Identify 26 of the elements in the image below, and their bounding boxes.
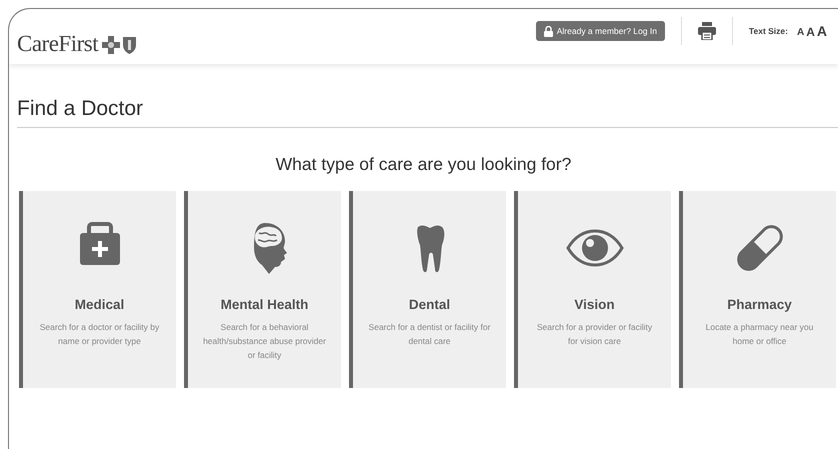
text-size-label: Text Size: [748, 24, 788, 38]
login-button[interactable]: Already a member? Log In [536, 20, 665, 42]
care-type-card[interactable]: Mental Health Search for a behavioral health/substance abuse provider or facility [184, 191, 341, 388]
card-title: Dental [408, 296, 450, 314]
logo[interactable]: CareFirst [17, 27, 98, 62]
care-type-card[interactable]: Dental Search for a dentist or facility for dental care [349, 191, 506, 388]
care-type-card[interactable]: Pharmacy Locate a pharmacy near you home or office [679, 191, 836, 388]
text-size-option[interactable]: A [816, 24, 828, 38]
page-title: Find a Doctor [17, 96, 838, 128]
print-icon[interactable] [698, 22, 716, 40]
care-type-card[interactable]: Medical Search for a doctor or facility by name or provider type [19, 191, 176, 388]
card-description: Locate a pharmacy near you home or office [704, 321, 814, 348]
lock-icon [544, 26, 553, 36]
question-heading: What type of care are you looking for? [274, 154, 572, 176]
card-description: Search for a doctor or facility by name or provider type [38, 321, 160, 348]
card-title: Medical [74, 296, 124, 314]
text-size-option[interactable]: A [796, 28, 806, 38]
card-title: Mental Health [220, 296, 308, 314]
cross-shield-logo-icon [102, 36, 138, 54]
card-title: Pharmacy [727, 296, 792, 314]
card-title: Vision [574, 296, 615, 314]
card-description: Search for a dentist or facility for dental care [368, 321, 492, 348]
care-type-card[interactable]: Vision Search for a provider or facility for vision care [514, 191, 671, 388]
card-description: Search for a provider or facility for vision care [536, 321, 654, 348]
card-description: Search for a behavioral health/substance abuse provider or facility [202, 321, 327, 362]
text-size-option[interactable]: A [805, 26, 816, 38]
